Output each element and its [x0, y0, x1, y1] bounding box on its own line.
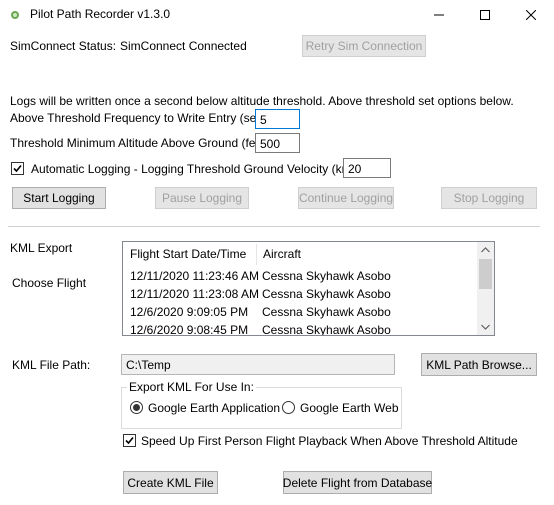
auto-logging-checkbox[interactable]: [11, 162, 24, 175]
velocity-input[interactable]: 20: [343, 158, 391, 178]
frequency-input[interactable]: 5: [255, 109, 300, 129]
title-bar: Pilot Path Recorder v1.3.0: [0, 0, 554, 30]
flight-datetime: 12/6/2020 9:09:05 PM: [130, 305, 249, 319]
column-header-aircraft[interactable]: Aircraft: [256, 242, 301, 267]
google-earth-web-radio[interactable]: [282, 401, 295, 414]
google-earth-web-label: Google Earth Web: [300, 401, 399, 415]
scroll-down-icon[interactable]: [481, 324, 490, 330]
flight-list[interactable]: Flight Start Date/Time Aircraft 12/11/20…: [122, 241, 495, 336]
min-altitude-label: Threshold Minimum Altitude Above Ground …: [10, 136, 273, 150]
column-header-datetime[interactable]: Flight Start Date/Time: [123, 242, 246, 267]
flight-datetime: 12/11/2020 11:23:46 AM: [130, 269, 259, 283]
speedup-playback-checkbox[interactable]: [123, 434, 136, 447]
kml-file-path-input[interactable]: C:\Temp: [121, 354, 395, 375]
flight-aircraft: Cessna Skyhawk Asobo: [262, 323, 391, 336]
flight-datetime: 12/11/2020 11:23:08 AM: [130, 287, 259, 301]
kml-path-browse-button[interactable]: KML Path Browse...: [421, 353, 537, 376]
frequency-label: Above Threshold Frequency to Write Entry…: [10, 111, 276, 125]
radio-selected-dot: [133, 404, 140, 411]
maximize-icon: [480, 10, 490, 20]
kml-export-label: KML Export: [10, 241, 73, 255]
flight-row[interactable]: 12/6/2020 9:08:45 PM Cessna Skyhawk Asob…: [123, 321, 478, 336]
create-kml-file-button[interactable]: Create KML File: [123, 471, 218, 494]
flight-aircraft: Cessna Skyhawk Asobo: [262, 269, 391, 283]
close-icon: [526, 10, 536, 20]
window-title: Pilot Path Recorder v1.3.0: [30, 7, 171, 21]
start-logging-button[interactable]: Start Logging: [12, 187, 106, 209]
flight-row[interactable]: 12/11/2020 11:23:08 AM Cessna Skyhawk As…: [123, 285, 478, 303]
min-altitude-input[interactable]: 500: [255, 133, 300, 153]
checkmark-icon: [125, 436, 134, 445]
simconnect-status-value: SimConnect Connected: [120, 39, 247, 53]
simconnect-status-label: SimConnect Status:: [10, 39, 117, 53]
auto-logging-label: Automatic Logging - Logging Threshold Gr…: [31, 162, 372, 176]
delete-flight-button[interactable]: Delete Flight from Database: [283, 471, 432, 494]
export-kml-group-title: Export KML For Use In:: [127, 380, 256, 394]
minimize-button[interactable]: [416, 0, 462, 30]
retry-sim-connection-button[interactable]: Retry Sim Connection: [302, 35, 426, 57]
choose-flight-label: Choose Flight: [12, 276, 87, 290]
section-divider: [8, 226, 540, 227]
pause-logging-button[interactable]: Pause Logging: [155, 187, 249, 209]
continue-logging-button[interactable]: Continue Logging: [298, 187, 394, 209]
google-earth-application-radio[interactable]: [130, 401, 143, 414]
app-icon: [11, 11, 19, 19]
flight-aircraft: Cessna Skyhawk Asobo: [262, 305, 391, 319]
flight-row[interactable]: 12/11/2020 11:23:46 AM Cessna Skyhawk As…: [123, 267, 478, 285]
minimize-icon: [434, 14, 444, 16]
stop-logging-button[interactable]: Stop Logging: [441, 187, 537, 209]
maximize-button[interactable]: [462, 0, 508, 30]
flight-aircraft: Cessna Skyhawk Asobo: [262, 287, 391, 301]
google-earth-application-label: Google Earth Application: [148, 401, 281, 415]
logging-description: Logs will be written once a second below…: [10, 94, 514, 108]
flight-list-scrollbar[interactable]: [477, 242, 494, 335]
flight-datetime: 12/6/2020 9:08:45 PM: [130, 323, 249, 336]
scrollbar-thumb[interactable]: [479, 259, 492, 289]
speedup-playback-label: Speed Up First Person Flight Playback Wh…: [141, 434, 518, 448]
scroll-up-icon[interactable]: [481, 247, 490, 253]
flight-row[interactable]: 12/6/2020 9:09:05 PM Cessna Skyhawk Asob…: [123, 303, 478, 321]
flight-list-header: Flight Start Date/Time Aircraft: [123, 242, 478, 267]
checkmark-icon: [13, 164, 22, 173]
close-button[interactable]: [508, 0, 554, 30]
kml-file-path-label: KML File Path:: [12, 358, 91, 372]
